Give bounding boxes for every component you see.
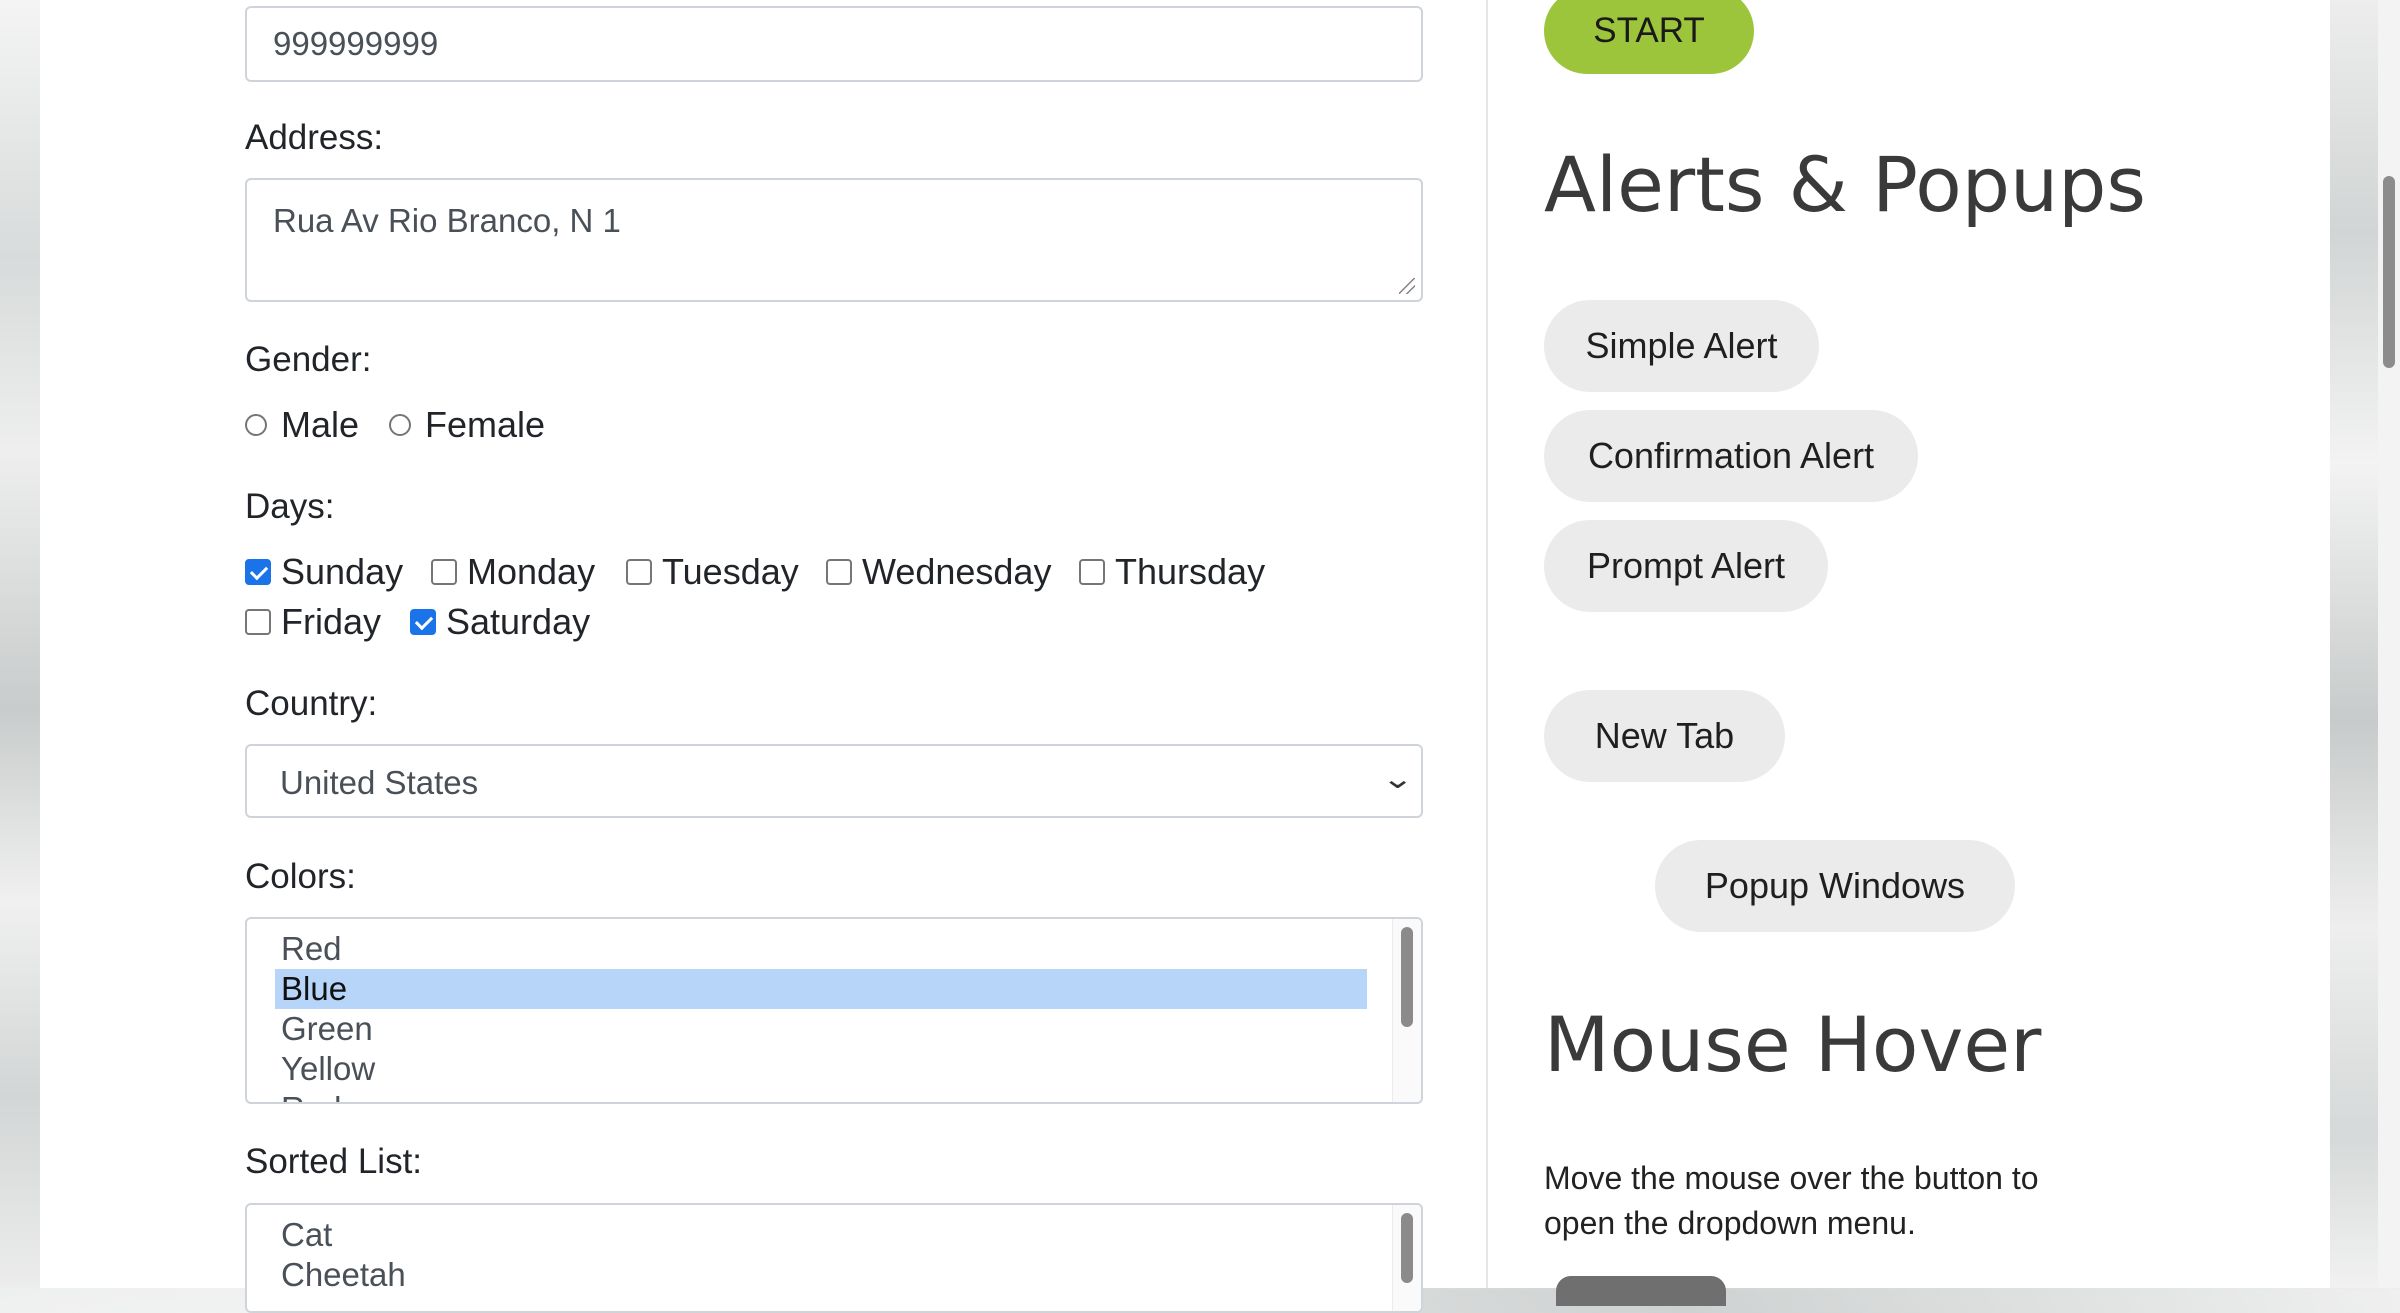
day-label: Thursday (1115, 551, 1266, 592)
sorted-list-label: Sorted List: (245, 1142, 423, 1181)
address-textarea[interactable]: Rua Av Rio Branco, N 1 (245, 178, 1423, 302)
day-label: Saturday (446, 601, 591, 642)
list-item-selected[interactable]: Blue (275, 969, 1367, 1009)
colors-listbox[interactable]: Red Blue Green Yellow Red (245, 917, 1423, 1104)
list-item[interactable]: Cat (275, 1215, 1367, 1255)
background-left (0, 0, 40, 1288)
checkbox-icon[interactable] (826, 559, 852, 585)
prompt-alert-button[interactable]: Prompt Alert (1544, 520, 1828, 612)
checkbox-icon[interactable] (626, 559, 652, 585)
list-item[interactable]: Cheetah (275, 1255, 1367, 1295)
list-item[interactable]: Green (275, 1009, 1367, 1049)
radio-icon[interactable] (245, 414, 267, 436)
gender-option-label: Female (425, 404, 546, 445)
gender-option-female[interactable]: Female (389, 404, 545, 446)
list-item[interactable]: Red (275, 929, 1367, 969)
popup-windows-button[interactable]: Popup Windows (1655, 840, 2015, 932)
background-right (2330, 0, 2378, 1288)
alerts-heading: Alerts & Popups (1544, 140, 2146, 229)
days-label: Days: (245, 487, 335, 526)
list-item[interactable]: Yellow (275, 1049, 1367, 1089)
sorted-listbox[interactable]: Cat Cheetah (245, 1203, 1423, 1313)
gender-label: Gender: (245, 340, 372, 379)
scrollbar-thumb[interactable] (1401, 927, 1413, 1027)
mouse-hover-description: Move the mouse over the button to open t… (1544, 1160, 2039, 1241)
day-checkbox-tuesday[interactable]: Tuesday (626, 551, 799, 593)
country-label: Country: (245, 684, 378, 723)
chevron-down-icon: ⌄ (1380, 763, 1414, 794)
radio-icon[interactable] (389, 414, 411, 436)
checkbox-icon[interactable] (431, 559, 457, 585)
day-checkbox-friday[interactable]: Friday (245, 601, 381, 643)
start-button[interactable]: START (1544, 0, 1754, 74)
listbox-scrollbar[interactable] (1392, 919, 1421, 1102)
day-checkbox-monday[interactable]: Monday (431, 551, 595, 593)
phone-input[interactable] (245, 6, 1423, 82)
day-checkbox-saturday[interactable]: Saturday (410, 601, 590, 643)
gender-option-male[interactable]: Male (245, 404, 359, 446)
address-value: Rua Av Rio Branco, N 1 (273, 202, 621, 239)
page-scrollbar-thumb[interactable] (2383, 176, 2395, 368)
column-divider (1486, 0, 1488, 1288)
checkbox-icon[interactable] (1079, 559, 1105, 585)
day-label: Sunday (281, 551, 404, 592)
simple-alert-button[interactable]: Simple Alert (1544, 300, 1819, 392)
listbox-scrollbar[interactable] (1392, 1205, 1421, 1311)
scrollbar-thumb[interactable] (1401, 1213, 1413, 1283)
day-checkbox-thursday[interactable]: Thursday (1079, 551, 1265, 593)
day-checkbox-sunday[interactable]: Sunday (245, 551, 403, 593)
day-checkbox-wednesday[interactable]: Wednesday (826, 551, 1051, 593)
country-select[interactable]: United States ⌄ (245, 744, 1423, 818)
country-selected-value: United States (280, 764, 479, 801)
mouse-hover-button[interactable] (1556, 1276, 1726, 1306)
resize-grip-icon[interactable] (1399, 278, 1415, 294)
checkbox-checked-icon[interactable] (245, 559, 271, 585)
checkbox-checked-icon[interactable] (410, 609, 436, 635)
day-label: Friday (281, 601, 382, 642)
gender-option-label: Male (281, 404, 360, 445)
address-label: Address: (245, 118, 384, 157)
confirmation-alert-button[interactable]: Confirmation Alert (1544, 410, 1918, 502)
day-label: Tuesday (662, 551, 799, 592)
day-label: Monday (467, 551, 596, 592)
colors-label: Colors: (245, 857, 356, 896)
checkbox-icon[interactable] (245, 609, 271, 635)
mouse-hover-heading: Mouse Hover (1544, 1000, 2042, 1089)
new-tab-button[interactable]: New Tab (1544, 690, 1785, 782)
list-item[interactable]: Red (275, 1089, 1367, 1102)
day-label: Wednesday (862, 551, 1052, 592)
